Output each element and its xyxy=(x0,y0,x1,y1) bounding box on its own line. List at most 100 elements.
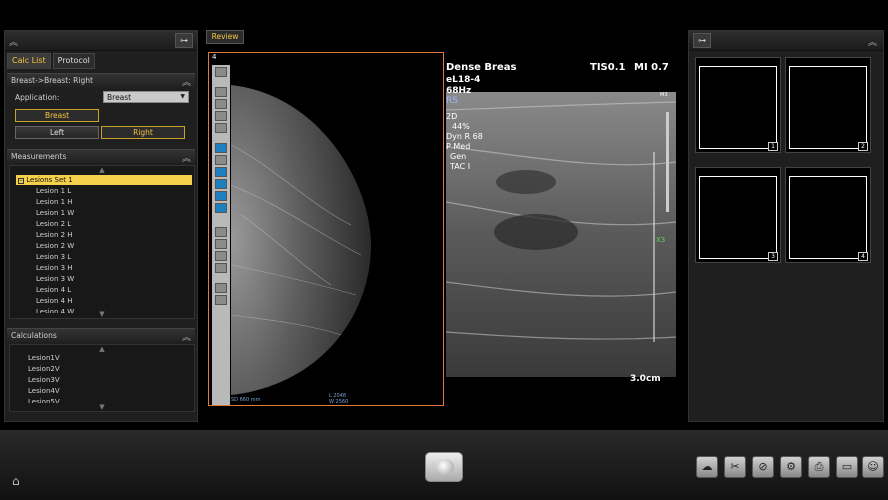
us-gen: Gen xyxy=(450,152,467,161)
thumbnail-frame xyxy=(789,66,867,149)
list-item[interactable]: Lesion 3 H xyxy=(36,263,74,274)
stop-icon[interactable] xyxy=(215,239,227,249)
us-gain: 44% xyxy=(452,122,470,131)
collapse-icon[interactable]: ︽ xyxy=(182,75,191,88)
list-item[interactable]: Lesion4V xyxy=(28,386,60,397)
us-mi: MI 0.7 xyxy=(634,62,669,73)
layout-icon[interactable] xyxy=(215,167,227,177)
list-item[interactable]: Lesion3V xyxy=(28,375,60,386)
us-freq: 68Hz xyxy=(446,86,472,96)
list-item[interactable]: Lesion 4 H xyxy=(36,296,74,307)
play-icon[interactable] xyxy=(215,227,227,237)
expand-icon[interactable]: − xyxy=(18,178,24,184)
breast-button[interactable]: Breast xyxy=(15,109,99,122)
magnify-icon[interactable] xyxy=(215,111,227,121)
application-select[interactable]: Breast ▼ xyxy=(103,91,189,103)
disk-icon[interactable]: ▭ xyxy=(836,456,858,478)
us-depth: 3.0cm xyxy=(630,374,661,384)
split-icon[interactable] xyxy=(215,203,227,213)
us-dyn: Dyn R 68 xyxy=(446,132,483,141)
trackball-icon[interactable] xyxy=(425,452,463,482)
list-item[interactable]: Lesion 2 W xyxy=(36,241,74,252)
tab-review[interactable]: Review xyxy=(206,30,244,44)
compare-icon[interactable] xyxy=(215,191,227,201)
home-icon[interactable]: ⌂ xyxy=(12,474,30,490)
scroll-up-icon[interactable]: ▲ xyxy=(99,166,104,174)
calculations-list: ▲ Lesion1V Lesion2V Lesion3V Lesion4V Le… xyxy=(9,344,195,412)
calculation-items: Lesion1V Lesion2V Lesion3V Lesion4V Lesi… xyxy=(28,353,60,403)
list-item[interactable]: Lesion 1 W xyxy=(36,208,74,219)
right-button[interactable]: Right xyxy=(101,126,185,139)
lesion-set-row[interactable]: − Lesions Set 1 xyxy=(16,175,192,185)
thumbnail-index: 4 xyxy=(858,252,868,261)
collapse-icon[interactable]: ︽ xyxy=(868,35,877,48)
breadcrumb: Breast->Breast: Right ︽ xyxy=(7,73,195,88)
list-item[interactable]: Lesion1V xyxy=(28,353,60,364)
thumbnail-index: 2 xyxy=(858,142,868,151)
list-item[interactable]: Lesion 4 L xyxy=(36,285,74,296)
pin-icon[interactable]: ⊶ xyxy=(175,33,193,48)
collapse-icon[interactable]: ︽ xyxy=(182,151,191,164)
thumbnail-4[interactable]: 4 xyxy=(785,167,871,263)
user-icon[interactable]: ☺ xyxy=(862,456,884,478)
network-icon[interactable]: ⊘ xyxy=(752,456,774,478)
pin-icon[interactable]: ⊶ xyxy=(693,33,711,48)
print-icon[interactable]: ⎙ xyxy=(808,456,830,478)
pan-icon[interactable] xyxy=(215,99,227,109)
mammogram-viewport[interactable]: 4 SD 660 mm L 2048 W 2560 xyxy=(208,52,444,406)
collapse-icon[interactable]: ︽ xyxy=(9,35,18,48)
thumbnail-3[interactable]: 3 xyxy=(695,167,781,263)
angle-icon[interactable] xyxy=(215,295,227,305)
us-probe: eL18-4 xyxy=(446,75,481,85)
color-icon[interactable] xyxy=(215,143,227,153)
thumbnail-2[interactable]: 2 xyxy=(785,57,871,153)
list-item[interactable]: Lesion5V xyxy=(28,397,60,403)
left-button[interactable]: Left xyxy=(15,126,99,139)
list-item[interactable]: Lesion 2 L xyxy=(36,219,74,230)
grid-icon[interactable] xyxy=(215,179,227,189)
next-icon[interactable] xyxy=(215,251,227,261)
ultrasound-viewport[interactable]: Dense Breas TIS0.1 MI 0.7 eL18-4 68Hz RS… xyxy=(446,52,682,384)
image-viewer: 4 SD 660 mm L 2048 W 2560 Dense Breas TI… xyxy=(204,44,684,414)
list-item[interactable]: Lesion 3 W xyxy=(36,274,74,285)
collapse-icon[interactable]: ︽ xyxy=(182,330,191,343)
settings-icon[interactable]: ⚙ xyxy=(780,456,802,478)
us-rs: RS xyxy=(446,96,458,106)
scroll-down-icon[interactable]: ▼ xyxy=(99,403,104,411)
measure-icon[interactable] xyxy=(215,283,227,293)
hand-icon[interactable] xyxy=(215,123,227,133)
ultrasound-image xyxy=(446,92,677,377)
zoom-icon[interactable] xyxy=(215,87,227,97)
scroll-down-icon[interactable]: ▼ xyxy=(99,310,104,318)
list-item[interactable]: Lesion2V xyxy=(28,364,60,375)
right-panel: ⊶ ︽ 1 2 3 4 xyxy=(688,30,884,422)
us-tis: TIS0.1 xyxy=(590,62,626,73)
measurements-header: Measurements ︽ xyxy=(7,149,195,164)
tab-calc-list[interactable]: Calc List xyxy=(7,53,51,69)
image-toolbar xyxy=(212,65,230,405)
thumbnail-index: 3 xyxy=(768,252,778,261)
contrast-icon[interactable] xyxy=(215,155,227,165)
lesion-set-label: Lesions Set 1 xyxy=(26,176,73,184)
us-tac: TAC I xyxy=(450,162,471,171)
list-item[interactable]: Lesion 3 L xyxy=(36,252,74,263)
left-panel-header: ︽ ⊶ xyxy=(5,31,197,51)
list-item[interactable]: Lesion 1 H xyxy=(36,197,74,208)
left-tabs: Calc List Protocol xyxy=(7,53,95,69)
measurement-items: Lesion 1 L Lesion 1 H Lesion 1 W Lesion … xyxy=(36,186,74,313)
calculations-header: Calculations ︽ xyxy=(7,328,195,343)
thumbnail-frame xyxy=(789,176,867,259)
pointer-icon[interactable] xyxy=(215,67,227,77)
export-icon[interactable]: ☁ xyxy=(696,456,718,478)
list-item[interactable]: Lesion 4 W xyxy=(36,307,74,313)
fast-forward-icon[interactable] xyxy=(215,263,227,273)
scroll-up-icon[interactable]: ▲ xyxy=(99,345,104,353)
list-item[interactable]: Lesion 2 H xyxy=(36,230,74,241)
tab-protocol[interactable]: Protocol xyxy=(52,53,95,69)
application-label: Application: xyxy=(15,93,60,102)
tools-icon[interactable]: ✂ xyxy=(724,456,746,478)
list-item[interactable]: Lesion 1 L xyxy=(36,186,74,197)
us-m3: M3 xyxy=(660,92,668,98)
thumbnail-1[interactable]: 1 xyxy=(695,57,781,153)
right-panel-header: ⊶ ︽ xyxy=(689,31,883,51)
